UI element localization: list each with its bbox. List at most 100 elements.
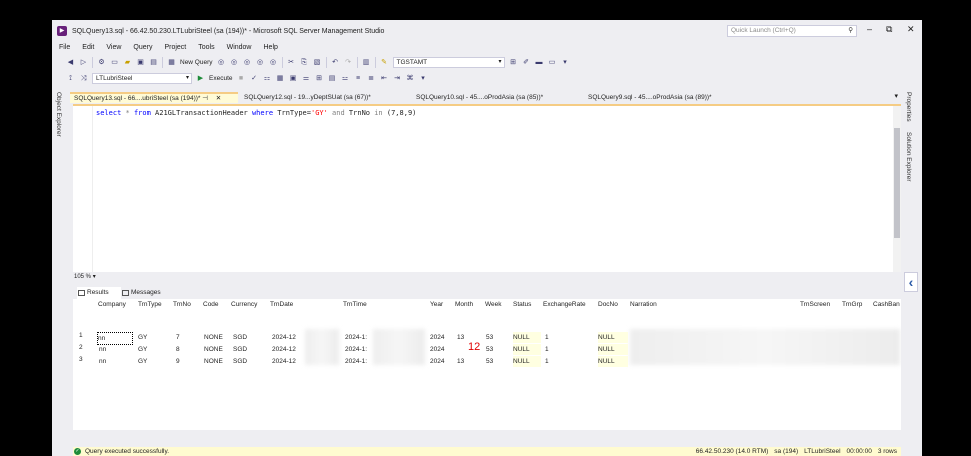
cell-trndate[interactable]: 2024-12 [272,356,296,367]
column-header[interactable]: TrnScreen [800,300,830,310]
cell-code[interactable]: NONE [204,344,223,355]
new-project-icon[interactable]: ⚙ [97,58,106,67]
cell-status[interactable]: NULL [513,332,541,343]
column-header[interactable]: DocNo [598,300,618,310]
cell-trndate[interactable]: 2024-12 [272,332,296,343]
redo-icon[interactable]: ↷ [344,58,353,67]
properties-tab[interactable]: Properties [905,92,912,122]
back-icon[interactable]: ◀ [66,58,75,67]
column-header[interactable]: TrnTime [343,300,367,310]
column-header[interactable]: Company [98,300,126,310]
close-button[interactable]: ✕ [907,24,915,35]
uncomment-icon[interactable]: ≣ [367,74,376,83]
editor-vertical-scrollbar[interactable] [893,106,901,272]
solution-explorer-tab[interactable]: Solution Explorer [905,132,912,182]
find-combo[interactable]: TGSTAMT [392,57,505,68]
cell-currency[interactable]: SGD [233,344,247,355]
menu-edit[interactable]: Edit [82,42,94,54]
mdx-query-icon[interactable]: ◎ [230,58,239,67]
cell-status[interactable]: NULL [513,344,541,355]
find-icon[interactable]: ✎ [380,58,389,67]
close-icon[interactable]: ✕ [216,95,221,102]
cell-code[interactable]: NONE [204,356,223,367]
column-header[interactable]: Week [485,300,502,310]
menu-file[interactable]: File [59,42,70,54]
object-explorer-tab[interactable]: Object Explorer [55,92,62,137]
column-header[interactable]: CashBan [873,300,900,310]
query-text[interactable]: select * from A21GLTransactionHeader whe… [96,109,416,117]
tab-sqlquery10[interactable]: SQLQuery10.sql - 45....oProdAsia (sa (85… [412,92,582,103]
solution-icon[interactable]: ⊞ [509,58,518,67]
chevron-down-icon[interactable]: ▾ [93,274,96,280]
copy-icon[interactable]: ⎘ [300,58,309,67]
cell-exchangerate[interactable]: 1 [545,356,549,367]
results-to-grid-icon[interactable]: ⊞ [315,74,324,83]
execute-icon[interactable]: ▶ [196,74,205,83]
new-file-icon[interactable]: ▭ [110,58,119,67]
new-query-icon[interactable]: ▦ [167,58,176,67]
quick-launch-input[interactable]: Quick Launch (Ctrl+Q) ⚲ [727,25,857,37]
cell-exchangerate[interactable]: 1 [545,344,549,355]
tab-results[interactable]: Results [77,287,121,299]
window-layout-icon[interactable]: ▭ [548,58,557,67]
tab-sqlquery13[interactable]: SQLQuery13.sql - 66....ubriSteel (sa (19… [70,92,238,103]
menu-view[interactable]: View [106,42,121,54]
column-header[interactable]: ExchangeRate [543,300,586,310]
query-editor[interactable]: select * from A21GLTransactionHeader whe… [73,104,901,272]
properties-icon[interactable]: ✐ [522,58,531,67]
activity-monitor-icon[interactable]: ▥ [362,58,371,67]
column-header[interactable]: Year [430,300,443,310]
cell-trndate[interactable]: 2024-12 [272,344,296,355]
restore-button[interactable]: ⧉ [886,24,892,35]
cell-month[interactable]: 12 [468,341,480,353]
menu-tools[interactable]: Tools [198,42,214,54]
cell-docno[interactable]: NULL [598,332,628,343]
new-query-button[interactable]: New Query [180,57,213,69]
cell-status[interactable]: NULL [513,356,541,367]
cell-trnno[interactable]: 9 [176,356,180,367]
toolbar-overflow-icon[interactable]: ▾ [561,58,570,67]
results-grid[interactable]: Company TrnType TrnNo Code Currency TrnD… [73,299,901,430]
column-header[interactable]: TrnType [138,300,162,310]
specify-values-icon[interactable]: ⌘ [406,74,415,83]
column-header[interactable]: TrnDate [270,300,293,310]
cut-icon[interactable]: ✂ [287,58,296,67]
connect-icon[interactable]: ⟟ [66,74,75,83]
column-header[interactable]: Status [513,300,531,310]
menu-project[interactable]: Project [164,42,186,54]
tab-overflow-icon[interactable]: ▾ [894,92,898,100]
chevron-left-icon[interactable]: ‹ [904,272,918,292]
menu-window[interactable]: Window [227,42,252,54]
toolbox-icon[interactable]: ▬ [535,58,544,67]
cell-trntime[interactable]: 2024-1: [345,344,367,355]
cell-year[interactable]: 2024 [430,332,444,343]
tab-messages[interactable]: Messages [121,287,173,299]
paste-icon[interactable]: ▧ [313,58,322,67]
cell-currency[interactable]: SGD [233,356,247,367]
cancel-query-icon[interactable]: ■ [237,74,246,83]
cell-trntime[interactable]: 2024-1: [345,356,367,367]
column-header[interactable]: Code [203,300,219,310]
cell-trntype[interactable]: GY [138,344,147,355]
cell-docno[interactable]: NULL [598,344,628,355]
xmla-query-icon[interactable]: ◎ [256,58,265,67]
cell-month[interactable]: 13 [457,332,464,343]
display-plan-icon[interactable]: ⚏ [263,74,272,83]
include-plan-icon[interactable]: ⚍ [341,74,350,83]
forward-icon[interactable]: ▷ [79,58,88,67]
cell-trnno[interactable]: 8 [176,344,180,355]
tab-sqlquery12[interactable]: SQLQuery12.sql - 19...yDeptSUat (sa (67)… [240,92,410,103]
zoom-level[interactable]: 105 % [74,274,91,280]
menu-help[interactable]: Help [264,42,278,54]
tab-sqlquery9[interactable]: SQLQuery9.sql - 45....oProdAsia (sa (89)… [584,92,754,103]
dmx-query-icon[interactable]: ◎ [243,58,252,67]
cell-week[interactable]: 53 [486,344,493,355]
cell-trntime[interactable]: 2024-1: [345,332,367,343]
toolbar-overflow-icon[interactable]: ▾ [419,74,428,83]
execute-button[interactable]: Execute [209,73,233,85]
cell-trntype[interactable]: GY [138,356,147,367]
database-combo[interactable]: LTLubriSteel [92,73,192,84]
undo-icon[interactable]: ↶ [331,58,340,67]
cell-week[interactable]: 53 [486,332,493,343]
query-designer-icon[interactable]: ▦ [276,74,285,83]
